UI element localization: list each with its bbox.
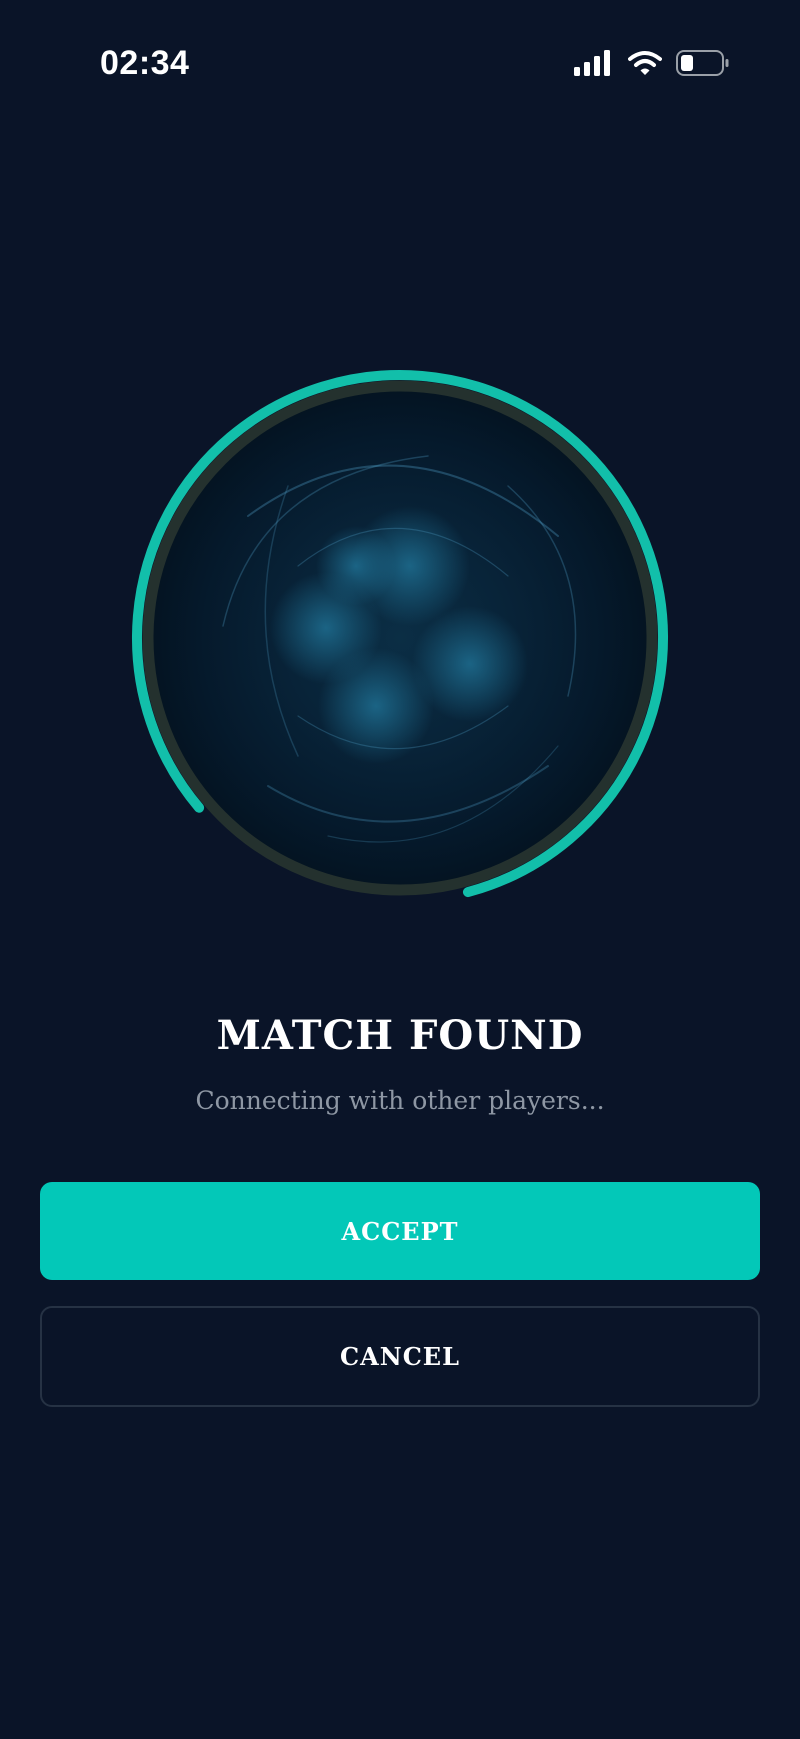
battery-icon: [676, 49, 730, 81]
status-time: 02:34: [100, 44, 190, 82]
status-bar: 02:34: [0, 0, 800, 130]
status-icons: [574, 48, 730, 82]
accept-button[interactable]: ACCEPT: [40, 1182, 760, 1280]
connecting-status-text: Connecting with other players...: [195, 1086, 605, 1115]
match-found-title: MATCH FOUND: [216, 1012, 584, 1059]
matchmaking-orb-graphic: [131, 369, 668, 906]
cellular-signal-icon: [574, 50, 614, 80]
cancel-button-label: CANCEL: [340, 1342, 460, 1371]
cancel-button[interactable]: CANCEL: [40, 1306, 760, 1407]
accept-button-label: ACCEPT: [341, 1216, 459, 1246]
matchmaking-orb: [128, 366, 672, 910]
wifi-icon: [628, 50, 662, 80]
